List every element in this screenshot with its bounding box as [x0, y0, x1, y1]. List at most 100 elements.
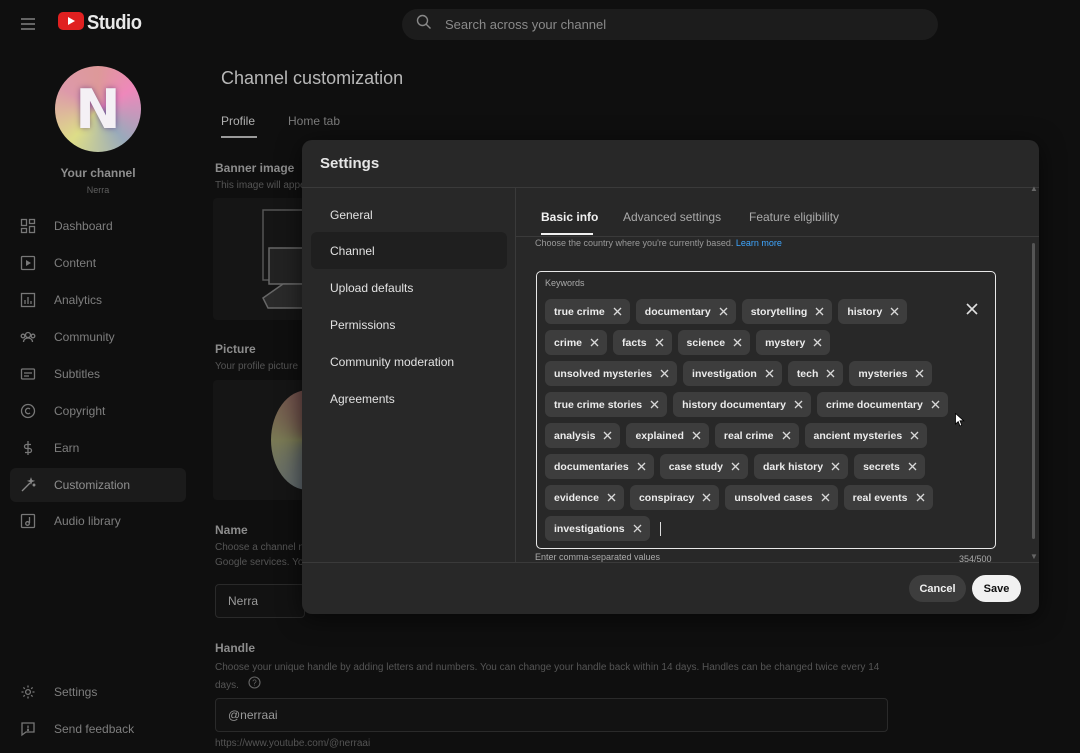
settings-nav-agreements[interactable]: Agreements — [311, 380, 507, 417]
sidebar-item-customization[interactable]: Customization — [10, 468, 186, 502]
remove-keyword-icon[interactable] — [590, 338, 599, 347]
sidebar-item-content[interactable]: Content — [10, 246, 186, 280]
sidebar-item-community[interactable]: Community — [10, 320, 186, 354]
handle-field[interactable]: @nerraai — [215, 698, 888, 732]
sidebar-send-feedback[interactable]: Send feedback — [10, 712, 186, 746]
keyword-chip[interactable]: true crime stories — [545, 392, 668, 417]
keywords-field[interactable]: Keywords true crime documentary storytelli… — [536, 271, 996, 549]
remove-keyword-icon[interactable] — [815, 307, 824, 316]
keyword-chip[interactable]: investigations — [545, 516, 650, 541]
keyword-chip[interactable]: investigation — [683, 361, 782, 386]
tab-profile[interactable]: Profile — [221, 114, 255, 128]
keyword-chip[interactable]: documentaries — [545, 454, 654, 479]
keyword-chip[interactable]: real crime — [714, 423, 799, 448]
remove-keyword-icon[interactable] — [692, 431, 701, 440]
remove-keyword-icon[interactable] — [613, 307, 622, 316]
name-field[interactable]: Nerra — [215, 584, 305, 618]
remove-keyword-icon[interactable] — [660, 369, 669, 378]
remove-keyword-icon[interactable] — [765, 369, 774, 378]
keyword-chip[interactable]: ancient mysteries — [804, 423, 928, 448]
search-bar[interactable] — [402, 9, 938, 40]
keyword-chip[interactable]: dark history — [753, 454, 849, 479]
remove-keyword-icon[interactable] — [890, 307, 899, 316]
keyword-chip[interactable]: real events — [843, 485, 933, 510]
cancel-button[interactable]: Cancel — [909, 575, 966, 602]
remove-keyword-icon[interactable] — [719, 307, 728, 316]
keyword-chip[interactable]: facts — [613, 330, 672, 355]
remove-keyword-icon[interactable] — [637, 462, 646, 471]
remove-keyword-icon[interactable] — [782, 431, 791, 440]
keyword-chip[interactable]: explained — [626, 423, 709, 448]
keyword-chip-label: crime documentary — [825, 398, 923, 411]
remove-keyword-icon[interactable] — [633, 524, 642, 533]
sidebar-item-subtitles[interactable]: Subtitles — [10, 357, 186, 391]
keyword-chip[interactable]: unsolved mysteries — [545, 361, 678, 386]
remove-keyword-icon[interactable] — [650, 400, 659, 409]
remove-keyword-icon[interactable] — [794, 400, 803, 409]
remove-keyword-icon[interactable] — [826, 369, 835, 378]
keyword-chip[interactable]: true crime — [545, 299, 630, 324]
settings-nav-upload-defaults[interactable]: Upload defaults — [311, 269, 507, 306]
channel-avatar[interactable]: N — [55, 66, 141, 152]
scrollbar[interactable] — [1032, 243, 1035, 539]
remove-keyword-icon[interactable] — [607, 493, 616, 502]
remove-keyword-icon[interactable] — [813, 338, 822, 347]
feedback-icon — [20, 721, 36, 737]
keyword-chip[interactable]: mystery — [756, 330, 831, 355]
keyword-chip[interactable]: mysteries — [849, 361, 933, 386]
tab-basic-info[interactable]: Basic info — [541, 210, 598, 224]
search-input[interactable] — [445, 17, 915, 32]
remove-keyword-icon[interactable] — [603, 431, 612, 440]
keyword-chip[interactable]: case study — [659, 454, 748, 479]
learn-more-link[interactable]: Learn more — [736, 238, 782, 248]
remove-keyword-icon[interactable] — [915, 369, 924, 378]
keyword-chip[interactable]: history — [838, 299, 908, 324]
settings-nav-permissions[interactable]: Permissions — [311, 306, 507, 343]
sidebar-item-dashboard[interactable]: Dashboard — [10, 209, 186, 243]
remove-keyword-icon[interactable] — [733, 338, 742, 347]
remove-keyword-icon[interactable] — [908, 462, 917, 471]
tab-home[interactable]: Home tab — [288, 114, 340, 128]
sidebar-settings[interactable]: Settings — [10, 675, 186, 709]
remove-keyword-icon[interactable] — [910, 431, 919, 440]
remove-keyword-icon[interactable] — [931, 400, 940, 409]
save-button[interactable]: Save — [972, 575, 1021, 602]
help-icon[interactable]: ? — [248, 676, 261, 695]
keyword-chip[interactable]: crime documentary — [816, 392, 948, 417]
keyword-chip[interactable]: secrets — [854, 454, 925, 479]
remove-keyword-icon[interactable] — [916, 493, 925, 502]
sidebar-item-earn[interactable]: Earn — [10, 431, 186, 465]
sidebar-item-analytics[interactable]: Analytics — [10, 283, 186, 317]
keyword-chip[interactable]: history documentary — [673, 392, 811, 417]
copyright-icon — [20, 403, 36, 419]
remove-keyword-icon[interactable] — [655, 338, 664, 347]
settings-nav-general[interactable]: General — [311, 196, 507, 233]
search-icon[interactable] — [416, 14, 432, 35]
keyword-chip[interactable]: evidence — [545, 485, 624, 510]
remove-keyword-icon[interactable] — [731, 462, 740, 471]
sidebar-item-audio-library[interactable]: Audio library — [10, 504, 186, 538]
scroll-up-arrow-icon[interactable]: ▲ — [1030, 184, 1038, 193]
keyword-chip[interactable]: conspiracy — [629, 485, 720, 510]
clear-keywords-icon[interactable] — [965, 302, 979, 321]
remove-keyword-icon[interactable] — [702, 493, 711, 502]
keyword-chip[interactable]: crime — [545, 330, 608, 355]
keyword-chip[interactable]: analysis — [545, 423, 621, 448]
settings-nav-channel[interactable]: Channel — [311, 232, 507, 269]
sidebar-item-copyright[interactable]: Copyright — [10, 394, 186, 428]
keyword-chip[interactable]: documentary — [635, 299, 736, 324]
keyword-chip[interactable]: tech — [787, 361, 844, 386]
remove-keyword-icon[interactable] — [821, 493, 830, 502]
keyword-chip-label: explained — [635, 429, 684, 442]
hamburger-menu-icon[interactable] — [14, 10, 42, 38]
keyword-chip[interactable]: science — [677, 330, 751, 355]
remove-keyword-icon[interactable] — [831, 462, 840, 471]
studio-logo[interactable]: Studio — [58, 12, 146, 35]
keyword-chip[interactable]: storytelling — [741, 299, 833, 324]
scroll-down-arrow-icon[interactable]: ▼ — [1030, 552, 1038, 561]
keyword-chip-label: history documentary — [682, 398, 786, 411]
keyword-chip[interactable]: unsolved cases — [725, 485, 838, 510]
settings-nav-community-moderation[interactable]: Community moderation — [311, 343, 507, 380]
tab-advanced-settings[interactable]: Advanced settings — [623, 210, 721, 224]
tab-feature-eligibility[interactable]: Feature eligibility — [749, 210, 839, 224]
